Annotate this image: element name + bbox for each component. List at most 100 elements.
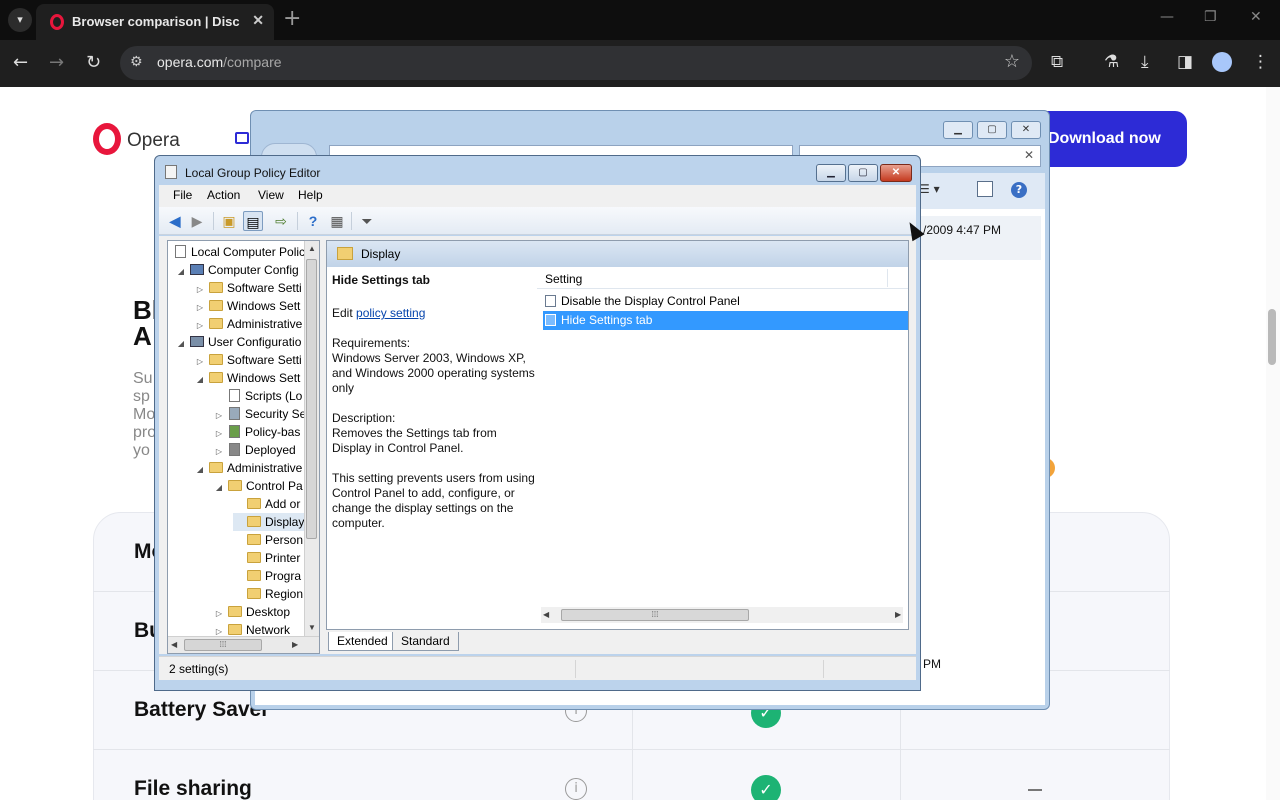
collapse-icon[interactable]: ◢ — [176, 263, 186, 281]
tree-node[interactable]: ▷ Administrative — [195, 315, 302, 333]
preview-pane-icon[interactable] — [977, 181, 993, 197]
clear-search-icon[interactable]: ✕ — [1024, 148, 1034, 162]
info-icon[interactable]: i — [565, 778, 587, 800]
tree-node[interactable]: ◢ Administrative — [195, 459, 302, 477]
bookmark-star-icon[interactable]: ☆ — [1004, 51, 1020, 72]
page-scrollbar[interactable] — [1266, 87, 1280, 800]
scroll-down-icon[interactable]: ▼ — [308, 623, 316, 632]
tab-search-button[interactable]: ▾ — [8, 8, 32, 32]
help-icon[interactable]: ? — [303, 211, 323, 231]
tree-node[interactable]: ◢ User Configuratio — [176, 333, 301, 351]
tree-node[interactable]: ▷ Deployed — [214, 441, 296, 459]
menu-view[interactable]: View — [258, 188, 284, 202]
menu-file[interactable]: File — [173, 188, 192, 202]
list-item[interactable]: Disable the Display Control Panel — [543, 292, 908, 311]
tree-node[interactable]: ▷ Windows Sett — [195, 297, 300, 315]
collapse-icon[interactable]: ◢ — [195, 371, 205, 389]
explorer-maximize-icon[interactable]: ▢ — [977, 121, 1007, 139]
settings-list[interactable]: Setting Disable the Display Control Pane… — [537, 267, 908, 629]
scroll-left-icon[interactable]: ◀ — [543, 610, 549, 619]
policy-setting-link[interactable]: policy setting — [356, 306, 425, 320]
properties-icon[interactable]: ▦ — [327, 211, 347, 231]
extensions-icon[interactable]: ⧉ — [1051, 52, 1063, 72]
group-policy-editor-window[interactable]: Local Group Policy Editor ▁ ▢ ✕ File Act… — [154, 155, 921, 691]
tree-node[interactable]: Person — [233, 531, 303, 549]
maximize-icon[interactable]: ▢ — [848, 164, 878, 182]
tree-node[interactable]: ▷ Desktop — [214, 603, 290, 621]
new-tab-button[interactable]: + — [283, 6, 301, 31]
forward-icon[interactable]: → — [49, 52, 64, 73]
nav-monitor-icon[interactable] — [235, 132, 249, 144]
tree-node[interactable]: ◢ Control Pa — [214, 477, 303, 495]
reload-icon[interactable]: ↻ — [86, 52, 101, 73]
address-bar[interactable]: ⚙ opera.com/compare ☆ — [120, 46, 1032, 80]
close-tab-icon[interactable]: ✕ — [252, 12, 264, 29]
url-text[interactable]: opera.com/compare — [157, 54, 282, 70]
tab-standard[interactable]: Standard — [392, 632, 459, 651]
tree-node[interactable]: ◢ Windows Sett — [195, 369, 300, 387]
description-text: Removes the Settings tab from Display in… — [332, 426, 497, 455]
close-window-icon[interactable]: ✕ — [1250, 9, 1262, 25]
window-titlebar[interactable]: Local Group Policy Editor ▁ ▢ ✕ — [155, 156, 920, 188]
tree-node[interactable]: Printer — [233, 549, 300, 567]
tree-node[interactable]: Local Computer Polic — [170, 243, 305, 261]
site-info-icon[interactable]: ⚙ — [130, 54, 143, 70]
scroll-up-icon[interactable]: ▲ — [308, 244, 316, 253]
requirements-text: Windows Server 2003, Windows XP, and Win… — [332, 351, 535, 395]
back-arrow-icon[interactable]: ◀ — [165, 211, 185, 231]
tree-horizontal-scrollbar[interactable]: ◀ ⁞⁞⁞ ▶ — [168, 636, 319, 653]
explorer-close-icon[interactable]: ✕ — [1011, 121, 1041, 139]
filter-icon[interactable]: ⏷ — [357, 211, 377, 231]
tree-node[interactable]: Add or — [233, 495, 300, 513]
tree-node[interactable]: ▷ Policy-bas — [214, 423, 300, 441]
collapse-icon[interactable]: ◢ — [176, 335, 186, 353]
menu-kebab-icon[interactable]: ⋮ — [1252, 52, 1269, 72]
restore-icon[interactable]: ❐ — [1204, 9, 1217, 25]
tree-node[interactable]: ▷ Security Se — [214, 405, 306, 423]
column-header-setting[interactable]: Setting — [537, 267, 908, 289]
tree-node[interactable]: ▷ Software Setti — [195, 279, 302, 297]
page-scrollbar-thumb[interactable] — [1268, 309, 1276, 365]
tree-node[interactable]: ◢ Computer Config — [176, 261, 299, 279]
folder-icon — [247, 498, 261, 509]
column-header-label: Setting — [545, 272, 583, 286]
scroll-left-icon[interactable]: ◀ — [171, 640, 177, 649]
side-panel-icon[interactable]: ◨ — [1177, 52, 1193, 72]
explorer-minimize-icon[interactable]: ▁ — [943, 121, 973, 139]
up-folder-icon[interactable]: ▣ — [219, 211, 239, 231]
opera-logo-text[interactable]: Opera — [127, 130, 180, 152]
list-hscroll-thumb[interactable]: ⁞⁞⁞ — [561, 609, 749, 621]
scroll-right-icon[interactable]: ▶ — [292, 640, 298, 649]
tree-node[interactable]: Scripts (Lo — [214, 387, 302, 405]
tree-node[interactable]: Progra — [233, 567, 301, 585]
policy-tree[interactable]: Local Computer Polic ◢ Computer Config ▷ S… — [167, 240, 320, 654]
tree-node[interactable]: Region — [233, 585, 303, 603]
close-icon[interactable]: ✕ — [880, 164, 912, 182]
minimize-icon[interactable]: ▁ — [816, 164, 846, 182]
minimize-icon[interactable]: — — [1160, 9, 1174, 25]
views-icon[interactable]: ☰ ▾ — [919, 182, 940, 196]
profile-avatar[interactable] — [1212, 52, 1232, 72]
back-icon[interactable]: ← — [13, 52, 28, 73]
labs-flask-icon[interactable]: ⚗ — [1104, 52, 1119, 72]
tree-vscroll-thumb[interactable] — [306, 259, 317, 539]
opera-logo-icon[interactable] — [93, 123, 121, 155]
download-icon[interactable]: ⤓ — [1141, 52, 1149, 72]
export-list-icon[interactable]: ⇨ — [271, 211, 291, 231]
tree-vertical-scrollbar[interactable]: ▲ ▼ — [304, 241, 319, 637]
forward-arrow-icon[interactable]: ▶ — [187, 211, 207, 231]
tree-node[interactable]: ▷ Software Setti — [195, 351, 302, 369]
tree-hscroll-thumb[interactable]: ⁞⁞⁞ — [184, 639, 262, 651]
menu-action[interactable]: Action — [207, 188, 240, 202]
list-horizontal-scrollbar[interactable]: ◀ ⁞⁞⁞ ▶ — [541, 607, 903, 623]
collapse-icon[interactable]: ◢ — [195, 461, 205, 479]
collapse-icon[interactable]: ◢ — [214, 479, 224, 497]
list-item-selected[interactable]: Hide Settings tab — [543, 311, 908, 330]
tab-extended[interactable]: Extended — [328, 632, 397, 651]
column-divider[interactable] — [887, 269, 888, 287]
menu-help[interactable]: Help — [298, 188, 323, 202]
browser-tab[interactable]: Browser comparison | Discover ✕ — [36, 4, 274, 40]
scroll-right-icon[interactable]: ▶ — [895, 610, 901, 619]
show-hide-tree-icon[interactable]: ▤ — [243, 211, 263, 231]
help-icon[interactable]: ? — [1011, 182, 1027, 198]
